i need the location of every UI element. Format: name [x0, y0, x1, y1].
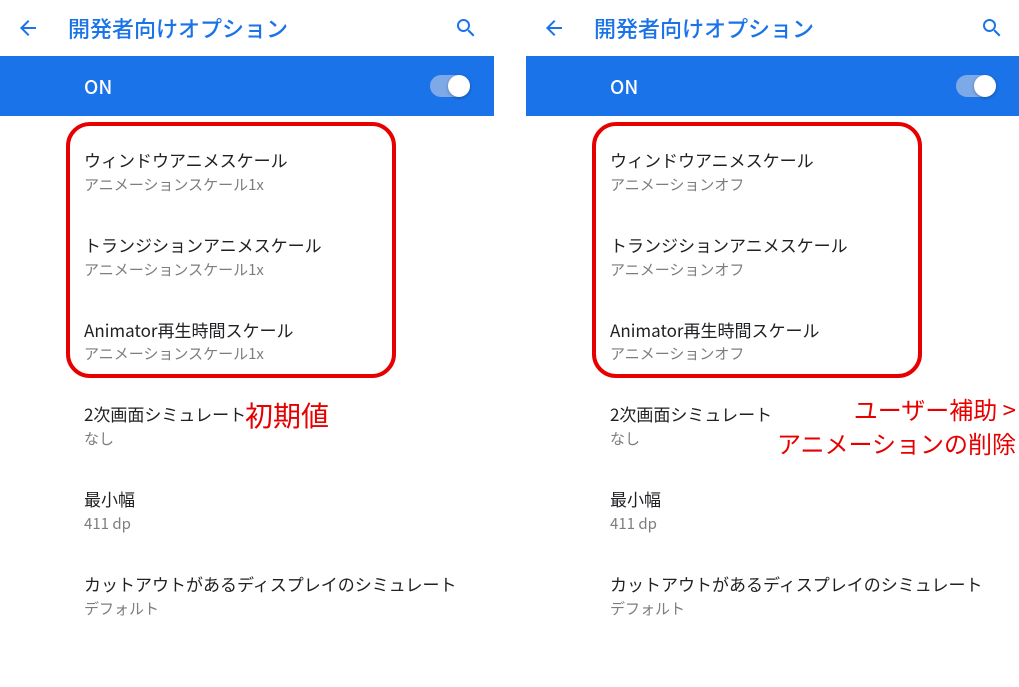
setting-display-cutout[interactable]: カットアウトがあるディスプレイのシミュレート デフォルト	[526, 560, 1019, 631]
setting-value: なし	[610, 428, 996, 449]
search-icon[interactable]	[454, 16, 478, 40]
setting-value: なし	[84, 428, 470, 449]
toggle-knob	[974, 75, 996, 97]
setting-title: 2次画面シミュレート	[610, 402, 996, 426]
setting-animator-duration-scale[interactable]: Animator再生時間スケール アニメーションスケール1x	[0, 306, 494, 377]
setting-value: アニメーションスケール1x	[84, 259, 470, 280]
setting-title: Animator再生時間スケール	[84, 318, 470, 342]
setting-value: アニメーションスケール1x	[84, 174, 470, 195]
setting-title: トランジションアニメスケール	[84, 233, 470, 257]
setting-value: アニメーションオフ	[610, 343, 996, 364]
setting-display-cutout[interactable]: カットアウトがあるディスプレイのシミュレート デフォルト	[0, 560, 494, 631]
setting-title: 2次画面シミュレート	[84, 402, 470, 426]
back-arrow-icon[interactable]	[542, 16, 566, 40]
setting-value: デフォルト	[610, 598, 996, 619]
setting-title: ウィンドウアニメスケール	[84, 148, 470, 172]
master-toggle[interactable]	[956, 75, 996, 97]
search-icon[interactable]	[980, 16, 1004, 40]
master-toggle-bar: ON	[526, 56, 1019, 116]
setting-title: 最小幅	[610, 487, 996, 511]
setting-title: 最小幅	[84, 487, 470, 511]
toggle-knob	[448, 75, 470, 97]
setting-value: アニメーションオフ	[610, 174, 996, 195]
setting-title: トランジションアニメスケール	[610, 233, 996, 257]
setting-secondary-display[interactable]: 2次画面シミュレート なし	[526, 390, 1019, 461]
phone-left: 開発者向けオプション ON ウィンドウアニメスケール アニメーションスケール1x…	[0, 0, 494, 687]
setting-window-anim-scale[interactable]: ウィンドウアニメスケール アニメーションスケール1x	[0, 136, 494, 207]
setting-window-anim-scale[interactable]: ウィンドウアニメスケール アニメーションオフ	[526, 136, 1019, 207]
setting-value: アニメーションスケール1x	[84, 343, 470, 364]
setting-value: デフォルト	[84, 598, 470, 619]
master-toggle-bar: ON	[0, 56, 494, 116]
settings-list: ウィンドウアニメスケール アニメーションオフ トランジションアニメスケール アニ…	[526, 116, 1019, 631]
master-toggle[interactable]	[430, 75, 470, 97]
setting-title: ウィンドウアニメスケール	[610, 148, 996, 172]
setting-smallest-width[interactable]: 最小幅 411 dp	[526, 475, 1019, 546]
setting-transition-anim-scale[interactable]: トランジションアニメスケール アニメーションスケール1x	[0, 221, 494, 292]
setting-transition-anim-scale[interactable]: トランジションアニメスケール アニメーションオフ	[526, 221, 1019, 292]
page-title: 開発者向けオプション	[68, 12, 454, 44]
back-arrow-icon[interactable]	[16, 16, 40, 40]
topbar: 開発者向けオプション	[0, 0, 494, 56]
setting-title: Animator再生時間スケール	[610, 318, 996, 342]
setting-value: アニメーションオフ	[610, 259, 996, 280]
master-toggle-label: ON	[84, 73, 430, 100]
topbar: 開発者向けオプション	[526, 0, 1019, 56]
setting-animator-duration-scale[interactable]: Animator再生時間スケール アニメーションオフ	[526, 306, 1019, 377]
setting-secondary-display[interactable]: 2次画面シミュレート なし	[0, 390, 494, 461]
master-toggle-label: ON	[610, 73, 956, 100]
settings-list: ウィンドウアニメスケール アニメーションスケール1x トランジションアニメスケー…	[0, 116, 494, 631]
setting-smallest-width[interactable]: 最小幅 411 dp	[0, 475, 494, 546]
setting-value: 411 dp	[610, 513, 996, 534]
setting-title: カットアウトがあるディスプレイのシミュレート	[84, 572, 470, 596]
setting-value: 411 dp	[84, 513, 470, 534]
setting-title: カットアウトがあるディスプレイのシミュレート	[610, 572, 996, 596]
phone-right: 開発者向けオプション ON ウィンドウアニメスケール アニメーションオフ トラン…	[526, 0, 1019, 687]
page-title: 開発者向けオプション	[594, 12, 980, 44]
